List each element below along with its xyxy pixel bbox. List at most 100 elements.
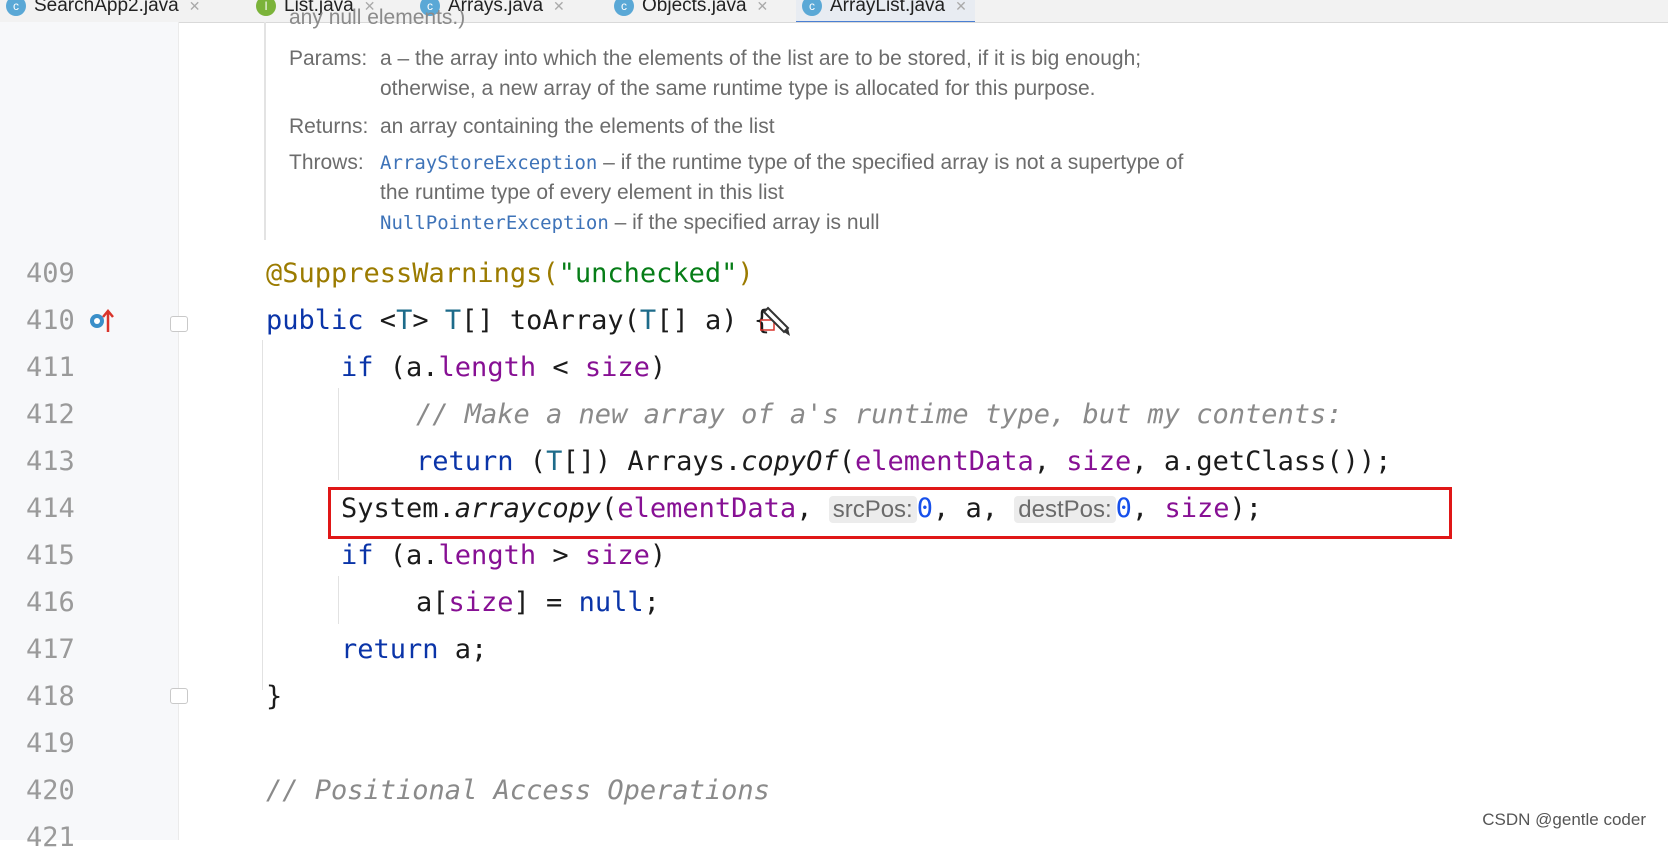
pencil-cursor-icon (760, 306, 790, 336)
field: size (584, 540, 650, 571)
code-text: > (536, 540, 585, 571)
code-line[interactable]: // Positional Access Operations (266, 775, 770, 806)
line-number: 419 (26, 728, 75, 759)
tab-label: Objects.java (642, 0, 747, 16)
line-number: 410 (26, 305, 75, 336)
tab-label: SearchApp2.java (34, 0, 179, 16)
line-number: 420 (26, 775, 75, 806)
code-text: ) (649, 540, 667, 571)
code-line[interactable]: if (a.length < size) (341, 352, 666, 383)
code-text: , a.getClass()); (1131, 446, 1392, 477)
line-number: 409 (26, 258, 75, 289)
tab-searchapp2[interactable]: c SearchApp2.java ✕ (0, 0, 208, 21)
field: size (1066, 446, 1132, 477)
field: length (438, 540, 537, 571)
field: elementData (854, 446, 1034, 477)
line-number-gutter[interactable] (0, 22, 179, 840)
code-text: (a. (373, 352, 439, 383)
throws-row: NullPointerException – if the specified … (380, 211, 880, 235)
annotation: ) (737, 258, 754, 289)
doc-cut-line: any null elements.) (289, 6, 466, 29)
close-icon[interactable]: ✕ (553, 0, 565, 15)
code-text: ] = (513, 587, 579, 618)
code-line[interactable]: } (266, 681, 282, 712)
type-param: T (396, 305, 413, 336)
code-text: a; (438, 634, 488, 665)
throws-text: – if the runtime type of the specified a… (597, 151, 1184, 174)
code-line[interactable]: public <T> T[] toArray(T[] a) { (266, 305, 770, 336)
line-number: 415 (26, 540, 75, 571)
params-text: a – the array into which the elements of… (380, 47, 1142, 70)
fold-marker[interactable] (170, 316, 188, 332)
code-text: > (412, 305, 445, 336)
class-icon: c (614, 0, 634, 16)
watermark: CSDN @gentle coder (1482, 810, 1646, 829)
code-text: [] a) { (656, 305, 770, 336)
field: size (448, 587, 514, 618)
params-label: Params: (289, 47, 368, 70)
fold-marker[interactable] (170, 688, 188, 704)
code-text: < (363, 305, 397, 336)
code-text: ( (838, 446, 855, 477)
throws-text: – if the specified array is null (608, 211, 880, 234)
line-number: 417 (26, 634, 75, 665)
field: length (438, 352, 537, 383)
comment: // Make a new array of a's runtime type,… (416, 399, 1343, 430)
static-method: copyOf (741, 446, 839, 477)
line-number: 414 (26, 493, 75, 524)
code-text: ; (643, 587, 660, 618)
editor-tab-bar: c SearchApp2.java ✕ I List.java ✕ c Arra… (0, 0, 1668, 23)
code-line[interactable]: a[size] = null; (416, 587, 660, 618)
exception-link[interactable]: ArrayStoreException (380, 152, 597, 174)
code-line[interactable]: // Make a new array of a's runtime type,… (416, 399, 1343, 430)
code-text: [] toArray( (461, 305, 640, 336)
interface-icon: I (256, 0, 276, 16)
keyword: public (266, 305, 364, 336)
indent-guide (338, 388, 339, 480)
code-text: ) (649, 352, 667, 383)
code-line[interactable]: @SuppressWarnings("unchecked") (266, 258, 754, 289)
close-icon[interactable]: ✕ (955, 0, 967, 15)
keyword: null (578, 587, 644, 618)
params-text: otherwise, a new array of the same runti… (380, 77, 1096, 100)
keyword: return (341, 634, 439, 665)
comment: // Positional Access Operations (266, 775, 770, 806)
type-param: T (639, 305, 657, 336)
returns-label: Returns: (289, 115, 369, 138)
line-number: 421 (26, 822, 75, 853)
code-text: []) Arrays. (562, 446, 742, 477)
tab-label: ArrayList.java (830, 0, 946, 16)
class-icon: c (6, 0, 26, 16)
keyword: return (416, 446, 514, 477)
exception-link[interactable]: NullPointerException (380, 212, 609, 234)
code-line[interactable]: if (a.length > size) (341, 540, 666, 571)
line-number: 418 (26, 681, 75, 712)
code-text: < (536, 352, 585, 383)
overrides-method-icon[interactable] (88, 308, 114, 334)
code-text: , (1033, 446, 1067, 477)
code-line[interactable]: return a; (341, 634, 487, 665)
close-icon[interactable]: ✕ (189, 0, 201, 15)
close-icon[interactable]: ✕ (757, 0, 769, 15)
tab-objects[interactable]: c Objects.java ✕ (608, 0, 776, 21)
annotation: @SuppressWarnings( (266, 258, 559, 289)
line-number: 412 (26, 399, 75, 430)
code-text: ( (513, 446, 547, 477)
tab-arraylist[interactable]: c ArrayList.java ✕ (796, 0, 975, 22)
keyword: if (341, 540, 374, 571)
class-icon: c (802, 0, 822, 16)
line-number: 413 (26, 446, 75, 477)
throws-row: ArrayStoreException – if the runtime typ… (380, 151, 1183, 175)
line-number: 416 (26, 587, 75, 618)
indent-guide (262, 340, 263, 690)
throws-text: the runtime type of every element in thi… (380, 181, 784, 204)
highlight-box (328, 487, 1452, 539)
returns-text: an array containing the elements of the … (380, 115, 775, 138)
type-param: T (444, 305, 462, 336)
keyword: if (341, 352, 374, 383)
code-line[interactable]: return (T[]) Arrays.copyOf(elementData, … (416, 446, 1391, 477)
indent-guide (338, 576, 339, 624)
doc-border (264, 22, 266, 240)
type-param: T (546, 446, 563, 477)
code-text: (a. (373, 540, 439, 571)
